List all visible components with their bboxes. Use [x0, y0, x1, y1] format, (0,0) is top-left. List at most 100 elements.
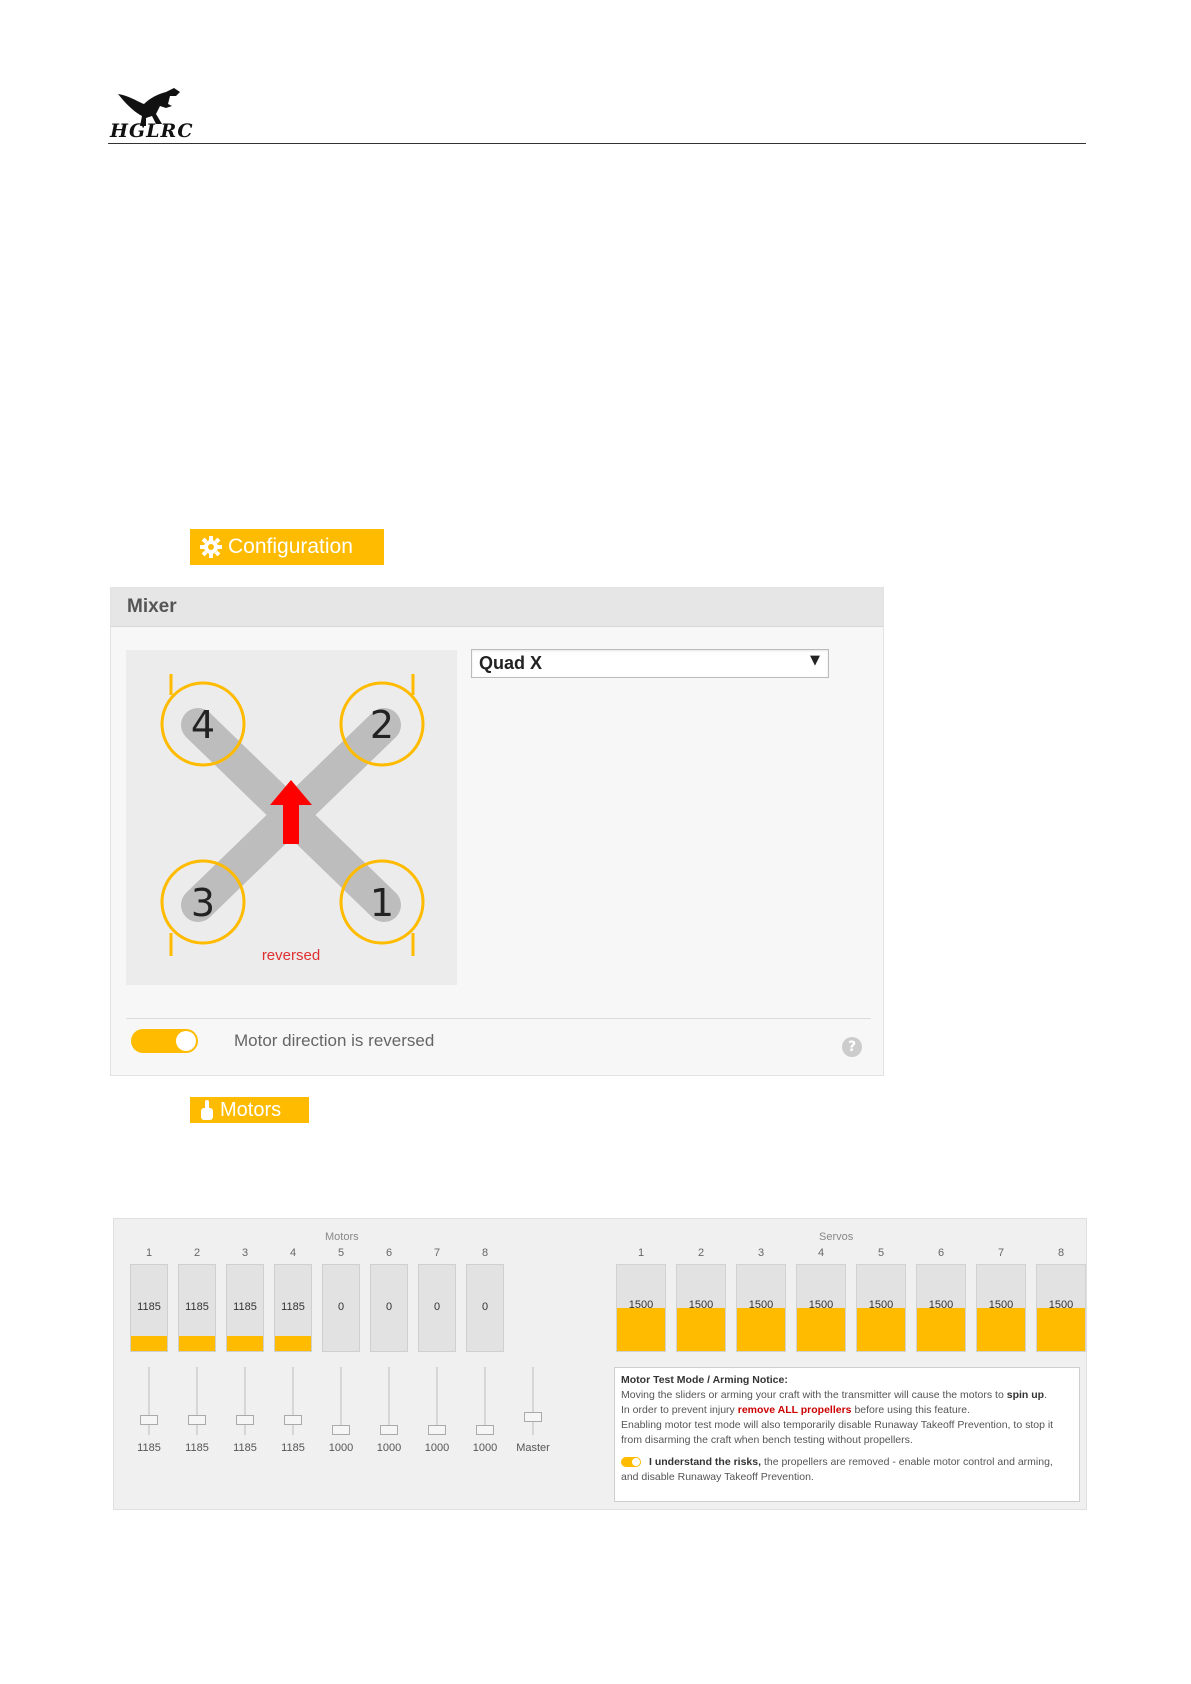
motor-meter-fill	[275, 1335, 311, 1351]
motor-slider-thumb[interactable]	[380, 1425, 398, 1435]
servo-meter: 1500	[796, 1264, 846, 1352]
motor-meter: 0	[466, 1264, 504, 1352]
mixer-type-select[interactable]: Quad X ▼	[471, 649, 829, 678]
motor-direction-label: Motor direction is reversed	[234, 1031, 435, 1050]
servo-meter-fill	[1037, 1308, 1085, 1351]
motor-slider-value: 1185	[233, 1442, 257, 1454]
gear-icon	[200, 536, 222, 558]
master-label: Master	[516, 1442, 550, 1454]
motor-slider-value: 1000	[328, 1442, 354, 1454]
configuration-tab[interactable]: Configuration	[190, 529, 384, 565]
hand-icon	[201, 1100, 213, 1120]
quad-x-diagram: 4 2 3 1 reversed	[126, 650, 457, 985]
motor-slider-value: 1185	[185, 1442, 209, 1454]
motor-meter: 1185	[274, 1264, 312, 1352]
notice-line-3: Enabling motor test mode will also tempo…	[621, 1419, 1054, 1446]
motor-number: 5	[337, 1247, 345, 1259]
motor-meter-value: 0	[481, 1301, 489, 1313]
motor-meter-fill	[227, 1335, 263, 1351]
motors-tab[interactable]: Motors	[190, 1097, 309, 1123]
motor-slider-value: 1185	[281, 1442, 305, 1454]
motor-label-4: 4	[191, 703, 215, 747]
servo-number: 5	[877, 1247, 885, 1259]
dropdown-arrow-icon: ▼	[810, 653, 820, 668]
mixer-header: Mixer	[111, 588, 883, 627]
servo-meter-value: 1500	[808, 1299, 834, 1311]
motor-slider-thumb[interactable]	[284, 1414, 302, 1425]
motor-slider-thumb[interactable]	[476, 1425, 494, 1435]
servo-number: 3	[757, 1247, 765, 1259]
motor-meter-value: 1185	[281, 1301, 305, 1313]
motor-label-2: 2	[370, 703, 394, 747]
servo-number: 4	[817, 1247, 825, 1259]
motor-meter: 1185	[226, 1264, 264, 1352]
servos-section-title: Servos	[819, 1231, 854, 1243]
motor-slider-thumb[interactable]	[140, 1414, 158, 1425]
motor-direction-toggle[interactable]	[131, 1029, 198, 1053]
notice-line-1: Moving the sliders or arming your craft …	[621, 1389, 1047, 1401]
master-slider[interactable]	[532, 1367, 534, 1435]
servo-meter-fill	[917, 1308, 965, 1351]
motor-meter: 1185	[130, 1264, 168, 1352]
motor-number: 2	[193, 1247, 201, 1259]
motor-slider-thumb[interactable]	[236, 1414, 254, 1425]
servo-number: 6	[937, 1247, 945, 1259]
servo-number: 8	[1057, 1247, 1065, 1259]
master-slider-thumb[interactable]	[524, 1412, 542, 1422]
risk-acknowledge: I understand the risks, the propellers a…	[621, 1455, 1073, 1485]
motor-slider-thumb[interactable]	[188, 1414, 206, 1425]
motor-meter: 0	[322, 1264, 360, 1352]
motor-number: 1	[145, 1247, 153, 1259]
servo-number: 7	[997, 1247, 1005, 1259]
motor-meter: 0	[418, 1264, 456, 1352]
reversed-note: reversed	[262, 947, 320, 964]
motor-meter: 1185	[178, 1264, 216, 1352]
servo-meter-value: 1500	[928, 1299, 954, 1311]
servo-meter: 1500	[1036, 1264, 1086, 1352]
motor-meter-value: 0	[385, 1301, 393, 1313]
help-icon[interactable]: ?	[842, 1037, 862, 1057]
servo-meter: 1500	[976, 1264, 1026, 1352]
configuration-tab-label: Configuration	[228, 535, 353, 558]
logo-text: HGLRC	[110, 120, 194, 142]
servo-meter: 1500	[676, 1264, 726, 1352]
servo-meter: 1500	[916, 1264, 966, 1352]
motor-slider-thumb[interactable]	[332, 1425, 350, 1435]
motor-meter: 0	[370, 1264, 408, 1352]
servo-meter: 1500	[736, 1264, 786, 1352]
motor-label-3: 3	[191, 881, 215, 925]
motor-label-1: 1	[370, 881, 394, 925]
motor-slider-value: 1000	[424, 1442, 450, 1454]
motor-number: 7	[433, 1247, 441, 1259]
servo-meter-fill	[797, 1308, 845, 1351]
servo-meter-value: 1500	[988, 1299, 1014, 1311]
quad-x-diagram-graphic: 4 2 3 1 reversed	[160, 674, 425, 964]
motor-meter-value: 1185	[185, 1301, 209, 1313]
motor-number: 8	[481, 1247, 489, 1259]
motor-number: 4	[289, 1247, 297, 1259]
servo-meter-value: 1500	[748, 1299, 774, 1311]
motor-slider-thumb[interactable]	[428, 1425, 446, 1435]
risk-toggle[interactable]	[621, 1457, 641, 1468]
motor-meter-value: 1185	[233, 1301, 257, 1313]
servo-meter-value: 1500	[868, 1299, 894, 1311]
risk-bold: I understand the risks,	[649, 1456, 762, 1468]
motor-meter-fill	[179, 1335, 215, 1351]
header-rule	[108, 143, 1086, 144]
motor-slider-value: 1185	[137, 1442, 161, 1454]
servo-number: 2	[697, 1247, 705, 1259]
servo-meter-value: 1500	[688, 1299, 714, 1311]
notice-line-2: In order to prevent injury remove ALL pr…	[621, 1404, 971, 1416]
motor-meter-value: 0	[433, 1301, 441, 1313]
servo-meter: 1500	[856, 1264, 906, 1352]
servo-meter-fill	[617, 1308, 665, 1351]
mixer-divider	[126, 1018, 871, 1019]
motor-meter-value: 0	[337, 1301, 345, 1313]
motor-meter-value: 1185	[137, 1301, 161, 1313]
motor-slider-value: 1000	[472, 1442, 498, 1454]
motor-number: 6	[385, 1247, 393, 1259]
mixer-title: Mixer	[127, 596, 177, 617]
servo-meter-fill	[977, 1308, 1025, 1351]
toggle-knob	[176, 1031, 196, 1051]
servo-meter-fill	[737, 1308, 785, 1351]
